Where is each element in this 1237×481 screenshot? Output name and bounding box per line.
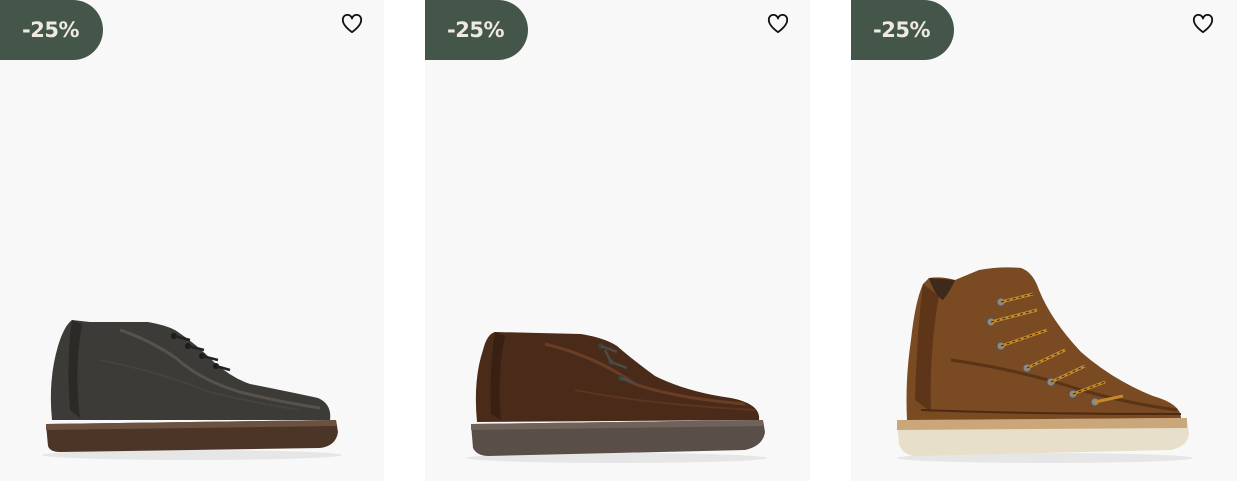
discount-badge: -25% <box>0 0 103 60</box>
favorite-button[interactable] <box>766 12 790 36</box>
heart-outline-icon <box>1192 14 1214 34</box>
favorite-button[interactable] <box>1191 12 1215 36</box>
discount-badge: -25% <box>425 0 528 60</box>
favorite-button[interactable] <box>340 12 364 36</box>
product-card[interactable]: -25% <box>851 0 1237 481</box>
product-card[interactable]: -25% <box>0 0 384 481</box>
discount-badge: -25% <box>851 0 954 60</box>
product-image-brown-hiking-boot[interactable] <box>851 0 1237 481</box>
heart-outline-icon <box>341 14 363 34</box>
product-card[interactable]: -25% <box>425 0 810 481</box>
product-image-brown-suede-boot[interactable] <box>425 0 810 481</box>
heart-outline-icon <box>767 14 789 34</box>
product-grid: -25% -25% -25% <box>0 0 1237 481</box>
product-image-grey-chukka-boot[interactable] <box>0 0 384 481</box>
